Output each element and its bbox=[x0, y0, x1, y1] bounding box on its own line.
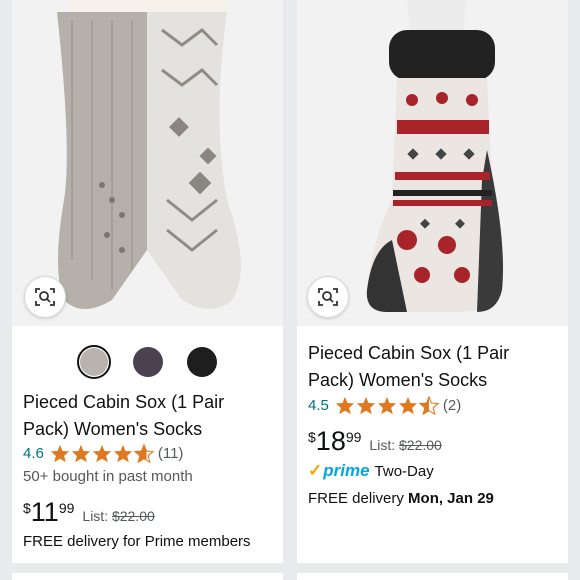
list-price: List: $22.00 bbox=[82, 508, 154, 524]
star-icon bbox=[356, 396, 375, 415]
price-symbol: $ bbox=[308, 429, 316, 445]
product-title[interactable]: Pieced Cabin Sox (1 Pair Pack) Women's S… bbox=[23, 389, 273, 443]
prime-shipping: Two-Day bbox=[374, 462, 434, 480]
list-label: List: bbox=[82, 508, 109, 524]
price-fraction: 99 bbox=[345, 429, 362, 445]
star-icon bbox=[92, 444, 111, 463]
price-symbol: $ bbox=[23, 500, 31, 516]
star-half-icon bbox=[418, 396, 439, 415]
price-row: $ 11 99 List: $22.00 bbox=[23, 497, 155, 527]
list-label: List: bbox=[369, 437, 396, 453]
price-whole: 18 bbox=[315, 426, 346, 456]
star-icon bbox=[113, 444, 132, 463]
product-grid: Pieced Cabin Sox (1 Pair Pack) Women's S… bbox=[0, 0, 580, 580]
star-icon bbox=[71, 444, 90, 463]
rating-row[interactable]: 4.6 (11) bbox=[23, 444, 183, 463]
swatch-light-grey[interactable] bbox=[76, 345, 111, 379]
rating-row[interactable]: 4.5 (2) bbox=[308, 396, 461, 415]
swatch-black[interactable] bbox=[185, 345, 219, 379]
delivery-date: Mon, Jan 29 bbox=[408, 490, 494, 507]
delivery-prefix: FREE delivery bbox=[308, 490, 404, 507]
product-image-right[interactable] bbox=[297, 0, 568, 326]
rating-value: 4.6 bbox=[23, 445, 44, 462]
star-icon bbox=[377, 396, 396, 415]
next-card-left-edge bbox=[12, 573, 283, 580]
star-rating bbox=[335, 396, 439, 415]
rating-value: 4.5 bbox=[308, 397, 329, 414]
prime-check-icon: ✓ bbox=[308, 461, 323, 480]
price-fraction: 99 bbox=[58, 500, 75, 516]
product-card-left[interactable]: Pieced Cabin Sox (1 Pair Pack) Women's S… bbox=[12, 0, 283, 563]
visual-search-icon[interactable] bbox=[24, 276, 66, 318]
sock-image-red-fairisle bbox=[297, 0, 568, 326]
product-card-right[interactable]: Pieced Cabin Sox (1 Pair Pack) Women's S… bbox=[297, 0, 568, 563]
delivery-info: FREE delivery for Prime members bbox=[23, 533, 251, 550]
list-price-value: $22.00 bbox=[111, 508, 155, 524]
list-price-value: $22.00 bbox=[399, 437, 442, 453]
star-icon bbox=[335, 396, 354, 415]
color-swatches bbox=[12, 345, 283, 379]
prime-logo: ✓ prime bbox=[308, 461, 370, 480]
swatch-dark-purple[interactable] bbox=[131, 345, 165, 379]
star-icon bbox=[398, 396, 417, 415]
product-title[interactable]: Pieced Cabin Sox (1 Pair Pack) Women's S… bbox=[308, 340, 558, 394]
review-count: (2) bbox=[442, 397, 462, 414]
price-whole: 11 bbox=[30, 497, 59, 527]
visual-search-icon[interactable] bbox=[307, 276, 349, 318]
list-price: List: $22.00 bbox=[369, 437, 441, 453]
star-icon bbox=[50, 444, 69, 463]
star-rating bbox=[50, 444, 154, 463]
bought-in-past-month: 50+ bought in past month bbox=[23, 468, 193, 485]
review-count: (11) bbox=[157, 445, 184, 462]
next-card-right-edge bbox=[297, 573, 568, 580]
prime-row: ✓ prime Two-Day bbox=[308, 461, 434, 481]
product-image-left[interactable] bbox=[12, 0, 283, 326]
star-half-icon bbox=[133, 444, 154, 463]
price-row: $ 18 99 List: $22.00 bbox=[308, 426, 442, 456]
delivery-info: FREE delivery Mon, Jan 29 bbox=[308, 490, 494, 507]
